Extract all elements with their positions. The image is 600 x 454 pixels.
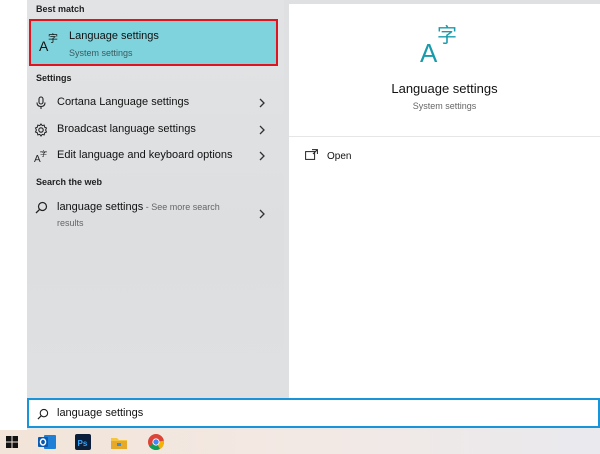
best-match-subtitle: System settings [69, 48, 133, 58]
best-match-title: Language settings [69, 30, 159, 42]
best-match-item[interactable]: A 字 Language settings System settings [29, 19, 278, 66]
preview-title: Language settings [391, 81, 498, 96]
search-input[interactable] [57, 405, 557, 421]
settings-item-broadcast-language[interactable]: Broadcast language settings [27, 118, 280, 142]
section-search-web: Search the web [36, 177, 103, 187]
microphone-icon [36, 96, 46, 109]
web-search-hint: - See more search [143, 202, 220, 212]
web-search-item[interactable]: language settings - See more search resu… [27, 197, 280, 233]
search-box[interactable] [27, 398, 600, 428]
settings-item-cortana-language[interactable]: Cortana Language settings [27, 91, 280, 115]
chevron-right-icon [259, 125, 265, 135]
svg-text:字: 字 [437, 23, 457, 47]
photoshop-icon[interactable]: Ps [73, 433, 93, 451]
settings-item-label: Edit language and keyboard options [57, 149, 233, 161]
svg-text:字: 字 [48, 32, 58, 45]
preview-subtitle: System settings [412, 101, 477, 111]
settings-item-edit-language-keyboard[interactable]: A 字 Edit language and keyboard options [27, 144, 280, 168]
taskbar: Ps [0, 430, 600, 454]
section-best-match: Best match [36, 4, 85, 14]
settings-item-label: Broadcast language settings [57, 123, 196, 135]
divider [289, 136, 600, 137]
search-icon [35, 201, 48, 214]
chevron-right-icon [259, 98, 265, 108]
open-window-icon [305, 149, 318, 160]
settings-item-label: Cortana Language settings [57, 96, 190, 108]
outlook-icon[interactable] [37, 433, 57, 451]
chevron-right-icon [259, 151, 265, 161]
svg-text:A: A [420, 38, 438, 66]
gear-icon [34, 123, 48, 137]
language-icon: A 字 [34, 149, 47, 163]
web-search-query: language settings [57, 201, 144, 213]
windows-start-icon[interactable] [2, 433, 22, 451]
svg-text:Ps: Ps [78, 439, 88, 448]
open-label: Open [327, 151, 352, 162]
web-search-hint-continued: results [57, 218, 84, 228]
svg-text:字: 字 [40, 149, 47, 158]
section-settings: Settings [36, 73, 72, 83]
desktop-background [0, 0, 27, 430]
file-explorer-icon[interactable] [109, 433, 129, 451]
chrome-icon[interactable] [146, 433, 166, 451]
language-icon: A 字 [39, 32, 58, 53]
chevron-right-icon [259, 209, 265, 219]
open-button[interactable]: Open [303, 147, 383, 165]
language-icon: A 字 [420, 23, 457, 66]
search-icon [37, 408, 49, 420]
